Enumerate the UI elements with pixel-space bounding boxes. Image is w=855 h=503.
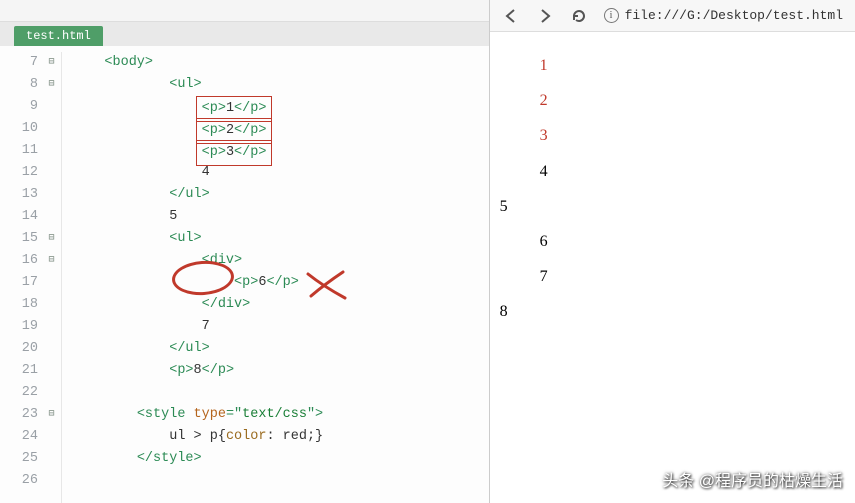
tab-bar: test.html (0, 22, 489, 46)
back-button[interactable] (502, 7, 520, 25)
browser-pane: i file:///G:/Desktop/test.html 12345678 (490, 0, 855, 503)
code-line: <ul> (72, 74, 489, 96)
browser-toolbar: i file:///G:/Desktop/test.html (490, 0, 855, 32)
file-tab[interactable]: test.html (14, 26, 103, 46)
forward-button[interactable] (536, 7, 554, 25)
browser-content: 12345678 (490, 32, 855, 346)
code-line: 4 (72, 162, 489, 184)
line-gutter: 7891011121314151617181920212223242526 (0, 52, 42, 503)
editor-toolbar (0, 0, 489, 22)
rendered-line: 7 (500, 259, 845, 294)
code-line: <p>6</p> (72, 272, 489, 294)
code-line (72, 470, 489, 492)
rendered-line: 6 (500, 224, 845, 259)
code-line: ul > p{color: red;} (72, 426, 489, 448)
code-line: <body> (72, 52, 489, 74)
rendered-line: 1 (500, 48, 845, 83)
code-line: 5 (72, 206, 489, 228)
rendered-line: 4 (500, 154, 845, 189)
code-line: <p>3</p> (72, 140, 489, 162)
rendered-line: 2 (500, 83, 845, 118)
rendered-line: 3 (500, 118, 845, 153)
code-line: <p>8</p> (72, 360, 489, 382)
code-line: <style type="text/css"> (72, 404, 489, 426)
code-line: </ul> (72, 184, 489, 206)
watermark: 头条 @程序员的枯燥生活 (662, 467, 843, 491)
code-line: <ul> (72, 228, 489, 250)
code-line (72, 382, 489, 404)
code-line: <p>2</p> (72, 118, 489, 140)
code-area[interactable]: 7891011121314151617181920212223242526 <b… (0, 46, 489, 503)
info-icon[interactable]: i (604, 8, 619, 23)
code-line: <div> (72, 250, 489, 272)
code-content[interactable]: <body> <ul> <p>1</p> <p>2</p> <p>3</p> 4… (62, 52, 489, 503)
code-line: </style> (72, 448, 489, 470)
url-text: file:///G:/Desktop/test.html (625, 8, 843, 23)
code-line: </ul> (72, 338, 489, 360)
code-line: 7 (72, 316, 489, 338)
rendered-line: 5 (500, 189, 845, 224)
editor-pane: test.html 789101112131415161718192021222… (0, 0, 490, 503)
code-line: </div> (72, 294, 489, 316)
reload-button[interactable] (570, 7, 588, 25)
code-line: <p>1</p> (72, 96, 489, 118)
url-bar[interactable]: i file:///G:/Desktop/test.html (604, 8, 843, 23)
fold-column (42, 52, 62, 503)
rendered-line: 8 (500, 294, 845, 329)
